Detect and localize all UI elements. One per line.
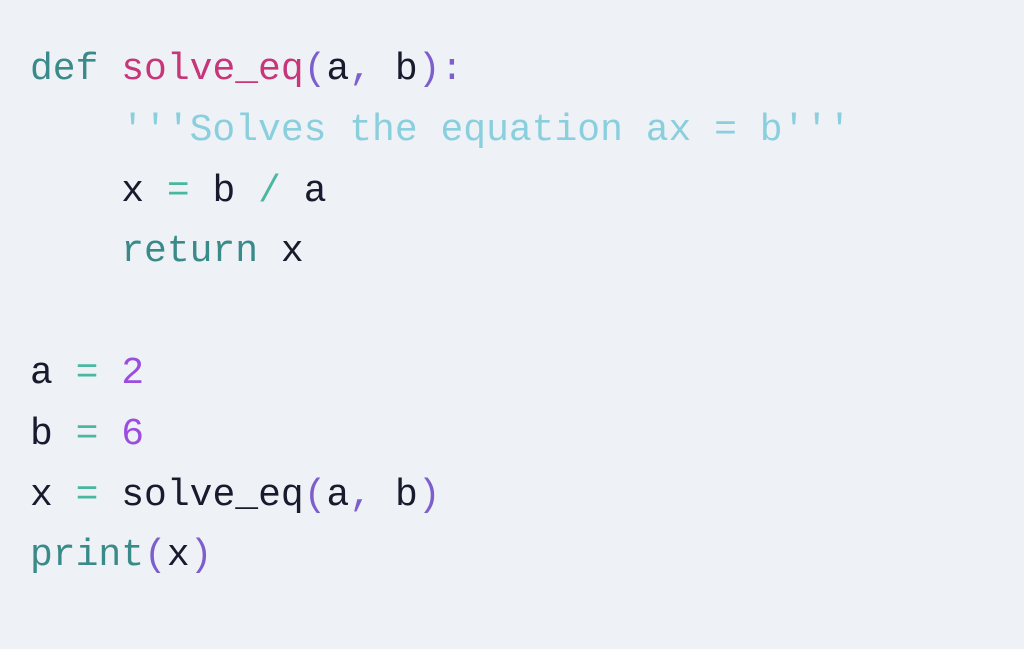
var-a: a xyxy=(30,352,53,395)
comma: , xyxy=(349,474,372,517)
line-9: print(x) xyxy=(30,534,212,577)
rparen: ) xyxy=(418,474,441,517)
param-a: a xyxy=(326,48,349,91)
indent xyxy=(30,109,121,152)
arg-x: x xyxy=(167,534,190,577)
space xyxy=(190,170,213,213)
call-solve-eq: solve_eq xyxy=(121,474,303,517)
space xyxy=(53,474,76,517)
space xyxy=(53,413,76,456)
assign-op: = xyxy=(76,413,99,456)
line-8: x = solve_eq(a, b) xyxy=(30,474,441,517)
lparen: ( xyxy=(144,534,167,577)
space xyxy=(281,170,304,213)
line-2: '''Solves the equation ax = b''' xyxy=(30,109,851,152)
space xyxy=(258,230,281,273)
space xyxy=(372,474,395,517)
space xyxy=(372,48,395,91)
number-2: 2 xyxy=(121,352,144,395)
lparen: ( xyxy=(304,474,327,517)
indent xyxy=(30,170,121,213)
assign-op: = xyxy=(76,352,99,395)
line-6: a = 2 xyxy=(30,352,144,395)
var-b: b xyxy=(212,170,235,213)
var-a: a xyxy=(304,170,327,213)
line-4: return x xyxy=(30,230,304,273)
line-7: b = 6 xyxy=(30,413,144,456)
code-block: def solve_eq(a, b): '''Solves the equati… xyxy=(30,40,994,587)
docstring: '''Solves the equation ax = b''' xyxy=(121,109,851,152)
var-x: x xyxy=(30,474,53,517)
func-name: solve_eq xyxy=(121,48,303,91)
line-1: def solve_eq(a, b): xyxy=(30,48,463,91)
lparen: ( xyxy=(304,48,327,91)
comma: , xyxy=(349,48,372,91)
div-op: / xyxy=(258,170,281,213)
arg-a: a xyxy=(327,474,350,517)
param-b: b xyxy=(395,48,418,91)
rparen: ) xyxy=(190,534,213,577)
call-print: print xyxy=(30,534,144,577)
space xyxy=(53,352,76,395)
space xyxy=(235,170,258,213)
arg-b: b xyxy=(395,474,418,517)
rparen: ) xyxy=(418,48,441,91)
assign-op: = xyxy=(76,474,99,517)
space xyxy=(98,474,121,517)
keyword-def: def xyxy=(30,48,98,91)
number-6: 6 xyxy=(121,413,144,456)
var-x: x xyxy=(281,230,304,273)
space xyxy=(144,170,167,213)
space xyxy=(98,352,121,395)
var-x: x xyxy=(121,170,144,213)
keyword-return: return xyxy=(121,230,258,273)
line-3: x = b / a xyxy=(30,170,327,213)
assign-op: = xyxy=(167,170,190,213)
colon: : xyxy=(441,48,464,91)
indent xyxy=(30,230,121,273)
var-b: b xyxy=(30,413,53,456)
space xyxy=(98,413,121,456)
